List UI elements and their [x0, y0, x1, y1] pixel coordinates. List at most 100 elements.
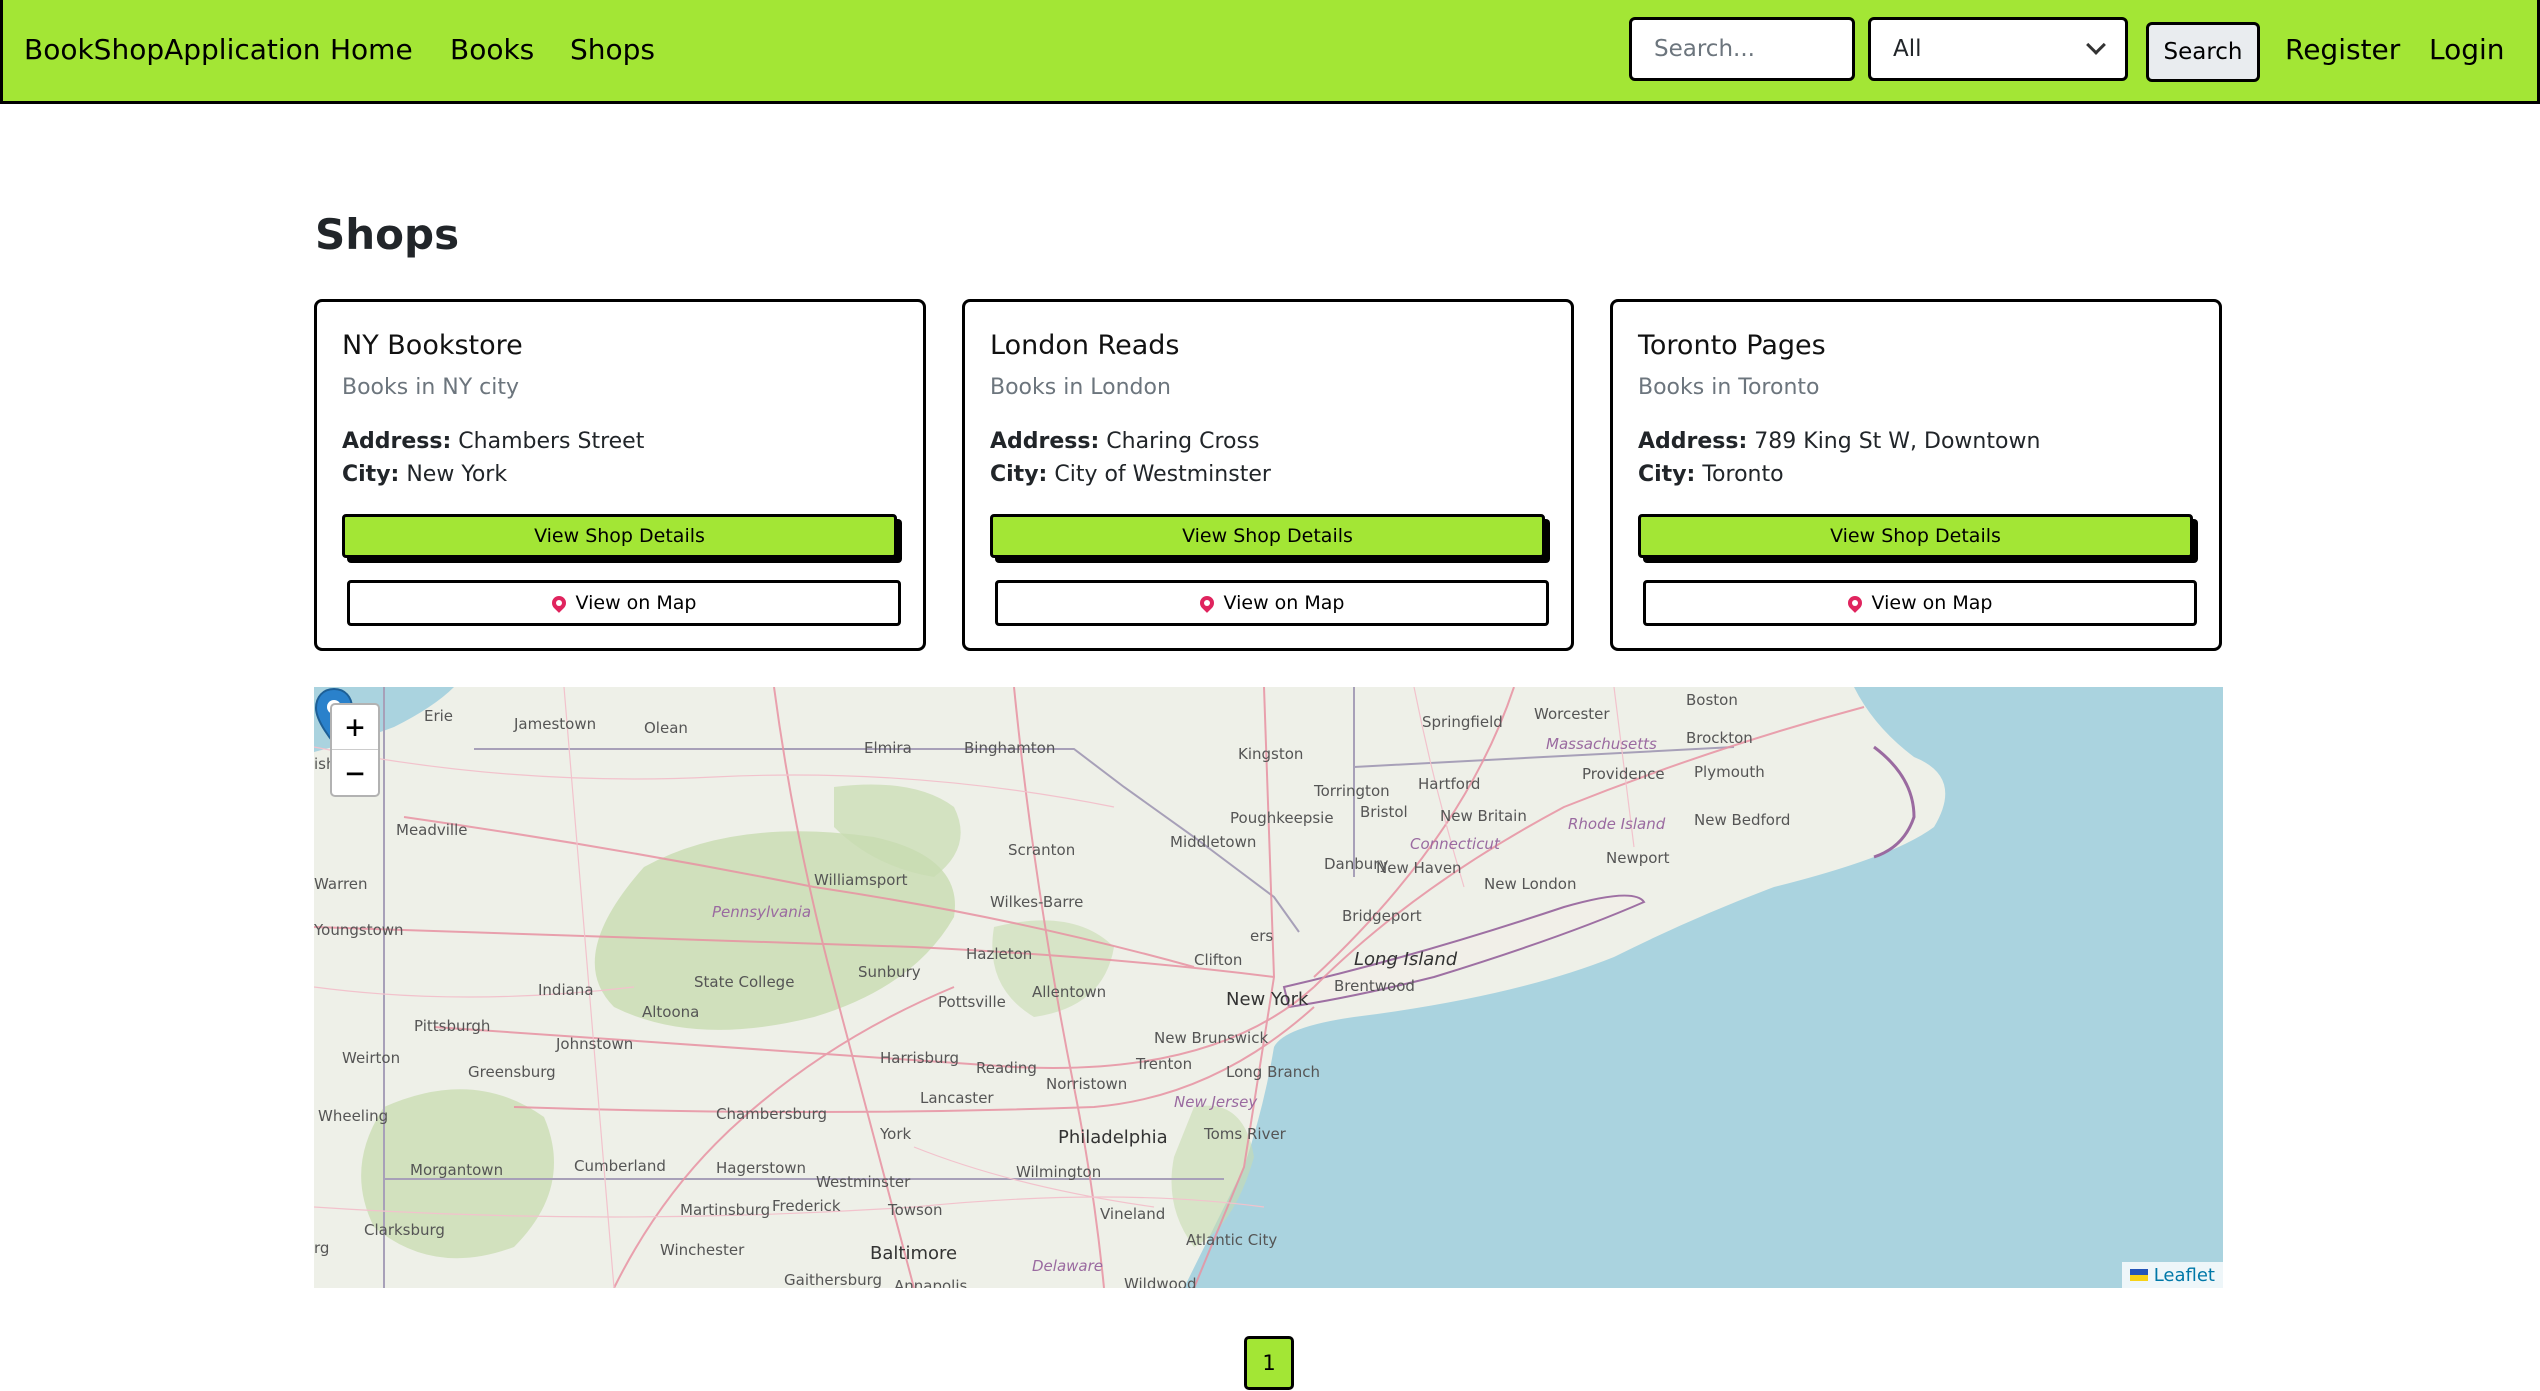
map-label: Greensburg [468, 1063, 556, 1081]
map-label: Newport [1606, 849, 1670, 867]
map-label: Gaithersburg [784, 1271, 883, 1288]
map-label: Providence [1582, 765, 1665, 783]
map-label: Bridgeport [1342, 907, 1422, 925]
map-label: Wildwood [1124, 1275, 1197, 1288]
map-label: Frederick [772, 1197, 841, 1215]
map-label: Warren [314, 875, 368, 893]
map-label: Hartford [1418, 775, 1481, 793]
map-label: Olean [644, 719, 688, 737]
nav-link-home[interactable]: Home [330, 33, 413, 66]
map-label: Kingston [1238, 745, 1304, 763]
map-label: Scranton [1008, 841, 1076, 859]
shops-map[interactable]: Erie Jamestown Olean Elmira Binghamton K… [314, 687, 2223, 1288]
view-shop-details-button[interactable]: View Shop Details [342, 514, 897, 558]
map-pin-icon [1844, 593, 1865, 613]
ukraine-flag-icon [2129, 1269, 2148, 1281]
map-label: Springfield [1422, 713, 1503, 731]
map-label: Altoona [642, 1003, 700, 1021]
map-label: ers [1250, 927, 1274, 945]
map-label: Allentown [1032, 983, 1107, 1001]
map-label: Baltimore [870, 1243, 958, 1264]
leaflet-link[interactable]: Leaflet [2154, 1265, 2215, 1286]
search-button[interactable]: Search [2146, 22, 2260, 82]
zoom-in-button[interactable]: + [332, 705, 378, 750]
map-label: Youngstown [314, 921, 404, 939]
shop-city: City: New York [342, 462, 508, 487]
pagination-page-1[interactable]: 1 [1244, 1336, 1294, 1390]
zoom-control: + − [330, 703, 380, 797]
map-label: Bristol [1360, 803, 1408, 821]
map-label: New Jersey [1174, 1093, 1258, 1111]
shop-address: Address: Chambers Street [342, 429, 645, 454]
map-label: Martinsburg [680, 1201, 771, 1219]
map-label: Norristown [1046, 1075, 1128, 1093]
map-label: Pittsburgh [414, 1017, 491, 1035]
map-label: New Bedford [1694, 811, 1791, 829]
map-label: Johnstown [556, 1035, 634, 1053]
view-on-map-button[interactable]: View on Map [1643, 580, 2197, 626]
map-label: Morgantown [410, 1161, 504, 1179]
search-input[interactable]: Search... [1629, 17, 1855, 81]
map-label: Worcester [1534, 705, 1610, 723]
map-attribution[interactable]: Leaflet [2121, 1262, 2223, 1288]
map-label: Weirton [342, 1049, 401, 1067]
map-label: Massachusetts [1546, 735, 1657, 753]
map-label: Philadelphia [1058, 1127, 1168, 1148]
map-label: Pottsville [938, 993, 1006, 1011]
map-label: Clifton [1194, 951, 1243, 969]
zoom-out-button[interactable]: − [332, 750, 378, 795]
map-label: Meadville [396, 821, 468, 839]
map-pin-icon [548, 593, 569, 613]
map-label: Brockton [1686, 729, 1753, 747]
map-label: New Britain [1440, 807, 1527, 825]
map-label: Binghamton [964, 739, 1056, 757]
map-label: Toms River [1204, 1125, 1286, 1143]
map-label: New York [1226, 989, 1309, 1010]
map-label: Boston [1686, 691, 1738, 709]
view-on-map-button[interactable]: View on Map [995, 580, 1549, 626]
map-label: Long Island [1354, 949, 1458, 970]
map-label: Sunbury [858, 963, 921, 981]
map-label: Connecticut [1410, 835, 1500, 853]
map-label: Trenton [1136, 1055, 1193, 1073]
chevron-down-icon [2086, 35, 2106, 55]
shop-description: Books in Toronto [1638, 375, 1820, 400]
filter-select[interactable]: All [1868, 17, 2128, 81]
shop-name: Toronto Pages [1638, 330, 1826, 361]
nav-link-shops[interactable]: Shops [570, 33, 655, 66]
page-title: Shops [315, 210, 460, 259]
map-label: Hazleton [966, 945, 1033, 963]
brand-link[interactable]: BookShopApplication [24, 33, 321, 66]
login-link[interactable]: Login [2429, 33, 2505, 66]
map-label: Indiana [538, 981, 594, 999]
map-label: State College [694, 973, 795, 991]
map-label: Wheeling [318, 1107, 389, 1125]
map-label: New Haven [1376, 859, 1462, 877]
map-label: Harrisburg [880, 1049, 959, 1067]
map-label: Poughkeepsie [1230, 809, 1334, 827]
map-label: New Brunswick [1154, 1029, 1269, 1047]
map-label: Hagerstown [716, 1159, 807, 1177]
register-link[interactable]: Register [2285, 33, 2400, 66]
map-label: Clarksburg [364, 1221, 445, 1239]
view-shop-details-button[interactable]: View Shop Details [1638, 514, 2193, 558]
map-label: Erie [424, 707, 454, 725]
nav-link-books[interactable]: Books [450, 33, 534, 66]
map-pin-icon [1196, 593, 1217, 613]
map-label: Wilkes-Barre [990, 893, 1084, 911]
map-label: Plymouth [1694, 763, 1765, 781]
shop-description: Books in NY city [342, 375, 519, 400]
map-label: Lancaster [920, 1089, 994, 1107]
shop-address: Address: Charing Cross [990, 429, 1260, 454]
view-shop-details-button[interactable]: View Shop Details [990, 514, 1545, 558]
map-label: Towson [888, 1201, 943, 1219]
map-label: Brentwood [1334, 977, 1415, 995]
map-label: Torrington [1314, 782, 1390, 800]
shop-city: City: Toronto [1638, 462, 1784, 487]
map-label: Reading [976, 1059, 1037, 1077]
filter-select-value: All [1893, 36, 1922, 62]
map-label: Cumberland [574, 1157, 666, 1175]
view-on-map-button[interactable]: View on Map [347, 580, 901, 626]
shop-name: London Reads [990, 330, 1180, 361]
shop-card: Toronto Pages Books in Toronto Address: … [1610, 299, 2222, 651]
